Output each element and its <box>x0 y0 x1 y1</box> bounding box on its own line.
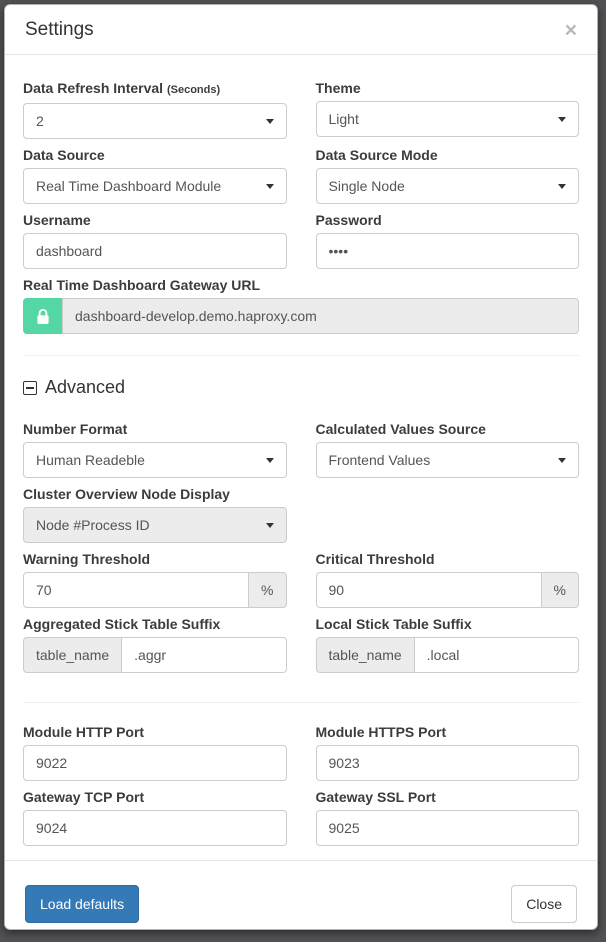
percent-unit-addon: % <box>249 572 286 608</box>
theme-label: Theme <box>316 80 580 97</box>
field-gateway-url: Real Time Dashboard Gateway URL <box>23 277 579 334</box>
field-aggregated-stick-table-suffix: Aggregated Stick Table Suffix table_name <box>23 616 287 673</box>
field-data-source-mode: Data Source Mode Single Node <box>316 147 580 204</box>
gateway-url-label: Real Time Dashboard Gateway URL <box>23 277 579 294</box>
gateway-tcp-port-input[interactable] <box>23 810 287 846</box>
local-stick-table-suffix-label: Local Stick Table Suffix <box>316 616 580 633</box>
chevron-down-icon <box>558 184 566 189</box>
data-source-mode-label: Data Source Mode <box>316 147 580 164</box>
number-format-label: Number Format <box>23 421 287 438</box>
modal-footer: Load defaults Close <box>5 860 597 933</box>
module-http-port-label: Module HTTP Port <box>23 724 287 741</box>
data-source-select[interactable]: Real Time Dashboard Module <box>23 168 287 204</box>
field-module-http-port: Module HTTP Port <box>23 724 287 781</box>
chevron-down-icon <box>266 184 274 189</box>
data-source-mode-select[interactable]: Single Node <box>316 168 580 204</box>
critical-threshold-input[interactable] <box>316 572 542 608</box>
field-gateway-tcp-port: Gateway TCP Port <box>23 789 287 846</box>
chevron-down-icon <box>558 117 566 122</box>
calculated-values-source-select[interactable]: Frontend Values <box>316 442 580 478</box>
module-http-port-input[interactable] <box>23 745 287 781</box>
field-calculated-values-source: Calculated Values Source Frontend Values <box>316 421 580 478</box>
field-data-refresh-interval: Data Refresh Interval (Seconds) 2 <box>23 80 287 139</box>
field-username: Username <box>23 212 287 269</box>
modal-body: Data Refresh Interval (Seconds) 2 Theme … <box>5 55 597 860</box>
collapse-minus-icon <box>23 381 37 395</box>
module-https-port-label: Module HTTPS Port <box>316 724 580 741</box>
field-password: Password <box>316 212 580 269</box>
field-critical-threshold: Critical Threshold % <box>316 551 580 608</box>
gateway-tcp-port-label: Gateway TCP Port <box>23 789 287 806</box>
gateway-ssl-port-input[interactable] <box>316 810 580 846</box>
field-data-source: Data Source Real Time Dashboard Module <box>23 147 287 204</box>
password-input[interactable] <box>316 233 580 269</box>
section-divider <box>23 355 579 356</box>
aggregated-stick-table-suffix-label: Aggregated Stick Table Suffix <box>23 616 287 633</box>
cluster-overview-node-display-select: Node #Process ID <box>23 507 287 543</box>
lock-icon <box>23 298 62 334</box>
data-source-label: Data Source <box>23 147 287 164</box>
chevron-down-icon <box>266 119 274 124</box>
cluster-overview-node-display-label: Cluster Overview Node Display <box>23 486 287 503</box>
gateway-url-input <box>62 298 579 334</box>
field-module-https-port: Module HTTPS Port <box>316 724 580 781</box>
field-number-format: Number Format Human Readeble <box>23 421 287 478</box>
data-refresh-interval-select[interactable]: 2 <box>23 103 287 139</box>
username-input[interactable] <box>23 233 287 269</box>
calculated-values-source-label: Calculated Values Source <box>316 421 580 438</box>
table-name-prefix-addon: table_name <box>316 637 414 673</box>
data-refresh-interval-label: Data Refresh Interval (Seconds) <box>23 80 287 99</box>
theme-select[interactable]: Light <box>316 101 580 137</box>
advanced-section-toggle[interactable]: Advanced <box>23 377 579 398</box>
chevron-down-icon <box>266 523 274 528</box>
password-label: Password <box>316 212 580 229</box>
number-format-select[interactable]: Human Readeble <box>23 442 287 478</box>
field-gateway-ssl-port: Gateway SSL Port <box>316 789 580 846</box>
percent-unit-addon: % <box>542 572 579 608</box>
warning-threshold-label: Warning Threshold <box>23 551 287 568</box>
aggregated-stick-table-suffix-input[interactable] <box>121 637 286 673</box>
load-defaults-button[interactable]: Load defaults <box>25 885 139 923</box>
chevron-down-icon <box>266 458 274 463</box>
section-divider <box>23 702 579 703</box>
username-label: Username <box>23 212 287 229</box>
field-local-stick-table-suffix: Local Stick Table Suffix table_name <box>316 616 580 673</box>
settings-modal: Settings × Data Refresh Interval (Second… <box>4 4 598 930</box>
module-https-port-input[interactable] <box>316 745 580 781</box>
field-warning-threshold: Warning Threshold % <box>23 551 287 608</box>
warning-threshold-input[interactable] <box>23 572 249 608</box>
chevron-down-icon <box>558 458 566 463</box>
modal-header: Settings × <box>5 5 597 55</box>
table-name-prefix-addon: table_name <box>23 637 121 673</box>
critical-threshold-label: Critical Threshold <box>316 551 580 568</box>
field-theme: Theme Light <box>316 80 580 139</box>
close-button[interactable]: Close <box>511 885 577 923</box>
advanced-section-title: Advanced <box>45 377 125 398</box>
local-stick-table-suffix-input[interactable] <box>414 637 579 673</box>
modal-title: Settings <box>25 19 94 41</box>
data-refresh-interval-label-note: (Seconds) <box>167 84 220 96</box>
field-cluster-overview-node-display: Cluster Overview Node Display Node #Proc… <box>23 486 287 543</box>
gateway-ssl-port-label: Gateway SSL Port <box>316 789 580 806</box>
close-icon[interactable]: × <box>565 20 577 41</box>
